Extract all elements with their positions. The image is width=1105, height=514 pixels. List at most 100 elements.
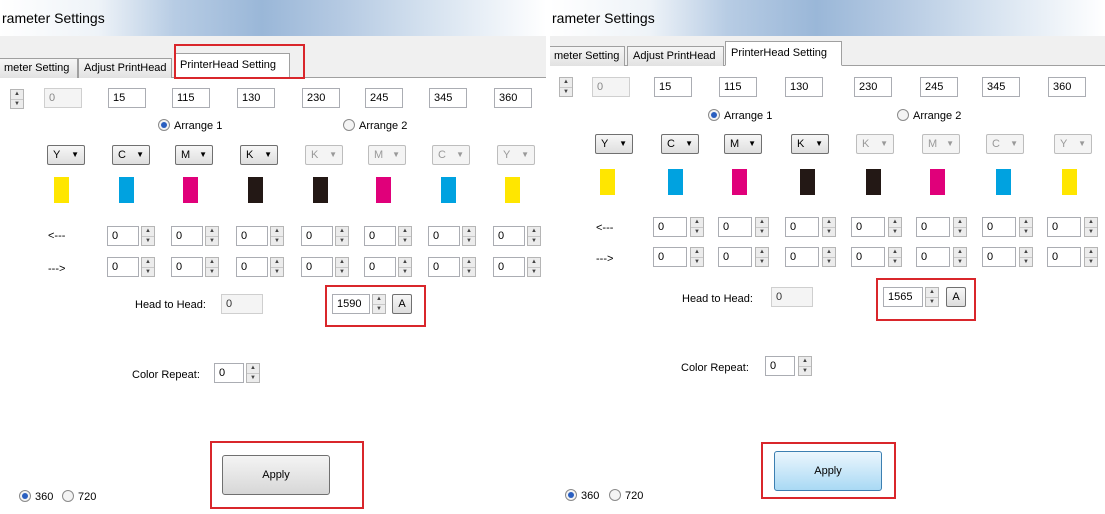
left-shift-spinner-6[interactable]: ▲ ▼ — [1019, 217, 1033, 237]
left-shift-field-2[interactable]: 0 — [171, 226, 203, 246]
tab-parameter-setting[interactable]: meter Setting — [0, 58, 78, 78]
row-spinner[interactable]: ▲ ▼ — [559, 77, 573, 97]
left-shift-spinner-2[interactable]: ▲ ▼ — [205, 226, 219, 246]
left-shift-spinner-4[interactable]: ▲ ▼ — [888, 217, 902, 237]
left-shift-spinner-7[interactable]: ▲ ▼ — [527, 226, 541, 246]
offset-field-1: 0 — [44, 88, 82, 108]
left-shift-field-5[interactable]: 0 — [916, 217, 950, 237]
right-shift-field-2[interactable]: 0 — [171, 257, 203, 277]
right-shift-field-6[interactable]: 0 — [982, 247, 1016, 267]
right-shift-field-1[interactable]: 0 — [107, 257, 139, 277]
color-repeat-field[interactable]: 0 — [214, 363, 244, 383]
right-shift-spinner-6[interactable]: ▲ ▼ — [1019, 247, 1033, 267]
left-shift-spinner-1[interactable]: ▲ ▼ — [690, 217, 704, 237]
arrange-2-radio[interactable]: Arrange 2 — [343, 119, 407, 133]
radio-unchecked-icon — [343, 119, 355, 131]
left-shift-field-5[interactable]: 0 — [364, 226, 396, 246]
offset-field-3[interactable]: 115 — [719, 77, 757, 97]
right-shift-spinner-5[interactable]: ▲ ▼ — [398, 257, 412, 277]
right-shift-spinner-1[interactable]: ▲ ▼ — [690, 247, 704, 267]
right-shift-field-7[interactable]: 0 — [493, 257, 525, 277]
color-repeat-spinner[interactable]: ▲ ▼ — [246, 363, 260, 383]
right-shift-field-5[interactable]: 0 — [364, 257, 396, 277]
arrange-1-radio[interactable]: Arrange 1 — [708, 109, 772, 123]
offset-field-5[interactable]: 230 — [302, 88, 340, 108]
dpi-360-radio[interactable]: 360 — [565, 489, 599, 503]
left-shift-spinner-1[interactable]: ▲ ▼ — [141, 226, 155, 246]
right-shift-spinner-2[interactable]: ▲ ▼ — [205, 257, 219, 277]
arrange-2-radio[interactable]: Arrange 2 — [897, 109, 961, 123]
left-shift-field-1[interactable]: 0 — [653, 217, 687, 237]
row-spinner[interactable]: ▲ ▼ — [10, 89, 24, 109]
right-shift-field-4[interactable]: 0 — [301, 257, 333, 277]
offset-field-4[interactable]: 130 — [237, 88, 275, 108]
right-shift-field-2[interactable]: 0 — [718, 247, 752, 267]
offset-field-2[interactable]: 15 — [654, 77, 692, 97]
left-shift-field-2[interactable]: 0 — [718, 217, 752, 237]
dpi-720-radio[interactable]: 720 — [62, 490, 96, 504]
left-shift-field-1[interactable]: 0 — [107, 226, 139, 246]
right-shift-spinner-4[interactable]: ▲ ▼ — [888, 247, 902, 267]
left-shift-field-6[interactable]: 0 — [982, 217, 1016, 237]
color-repeat-spinner[interactable]: ▲ ▼ — [798, 356, 812, 376]
dpi-720-radio[interactable]: 720 — [609, 489, 643, 503]
offset-field-2[interactable]: 15 — [108, 88, 146, 108]
color-select-2[interactable]: C ▼ — [661, 134, 699, 154]
right-shift-spinner-1[interactable]: ▲ ▼ — [141, 257, 155, 277]
left-shift-field-7[interactable]: 0 — [1047, 217, 1081, 237]
right-shift-field-7[interactable]: 0 — [1047, 247, 1081, 267]
left-shift-field-3[interactable]: 0 — [236, 226, 268, 246]
right-shift-spinner-2[interactable]: ▲ ▼ — [755, 247, 769, 267]
offset-field-7[interactable]: 345 — [429, 88, 467, 108]
left-shift-spinner-4[interactable]: ▲ ▼ — [335, 226, 349, 246]
right-shift-spinner-3[interactable]: ▲ ▼ — [270, 257, 284, 277]
tab-adjust-printhead[interactable]: Adjust PrintHead — [78, 58, 172, 78]
left-shift-spinner-3[interactable]: ▲ ▼ — [270, 226, 284, 246]
offset-field-4[interactable]: 130 — [785, 77, 823, 97]
left-shift-field-4[interactable]: 0 — [851, 217, 885, 237]
right-shift-spinner-7[interactable]: ▲ ▼ — [527, 257, 541, 277]
tab-printerhead-setting[interactable]: PrinterHead Setting — [725, 41, 842, 66]
right-shift-field-3[interactable]: 0 — [785, 247, 819, 267]
tab-adjust-printhead[interactable]: Adjust PrintHead — [627, 46, 724, 66]
offset-field-5[interactable]: 230 — [854, 77, 892, 97]
left-shift-spinner-6[interactable]: ▲ ▼ — [462, 226, 476, 246]
left-shift-field-7[interactable]: 0 — [493, 226, 525, 246]
offset-field-7[interactable]: 345 — [982, 77, 1020, 97]
color-select-1[interactable]: Y ▼ — [47, 145, 85, 165]
right-shift-spinner-3[interactable]: ▲ ▼ — [822, 247, 836, 267]
color-repeat-field[interactable]: 0 — [765, 356, 795, 376]
highlight-head-value — [325, 285, 426, 327]
left-shift-field-4[interactable]: 0 — [301, 226, 333, 246]
arrange-1-radio[interactable]: Arrange 1 — [158, 119, 222, 133]
left-shift-spinner-7[interactable]: ▲ ▼ — [1084, 217, 1098, 237]
tab-parameter-setting[interactable]: meter Setting — [550, 46, 625, 66]
offset-field-3[interactable]: 115 — [172, 88, 210, 108]
offset-field-6[interactable]: 245 — [365, 88, 403, 108]
left-shift-spinner-5[interactable]: ▲ ▼ — [953, 217, 967, 237]
color-select-2[interactable]: C ▼ — [112, 145, 150, 165]
offset-field-8[interactable]: 360 — [494, 88, 532, 108]
color-select-4[interactable]: K ▼ — [791, 134, 829, 154]
left-shift-field-6[interactable]: 0 — [428, 226, 460, 246]
left-shift-spinner-5[interactable]: ▲ ▼ — [398, 226, 412, 246]
right-shift-spinner-5[interactable]: ▲ ▼ — [953, 247, 967, 267]
color-select-1[interactable]: Y ▼ — [595, 134, 633, 154]
color-select-3[interactable]: M ▼ — [175, 145, 213, 165]
left-shift-spinner-2[interactable]: ▲ ▼ — [755, 217, 769, 237]
color-select-4[interactable]: K ▼ — [240, 145, 278, 165]
right-shift-spinner-7[interactable]: ▲ ▼ — [1084, 247, 1098, 267]
right-shift-field-3[interactable]: 0 — [236, 257, 268, 277]
right-shift-field-4[interactable]: 0 — [851, 247, 885, 267]
left-shift-spinner-3[interactable]: ▲ ▼ — [822, 217, 836, 237]
offset-field-6[interactable]: 245 — [920, 77, 958, 97]
right-shift-field-1[interactable]: 0 — [653, 247, 687, 267]
dpi-360-radio[interactable]: 360 — [19, 490, 53, 504]
offset-field-8[interactable]: 360 — [1048, 77, 1086, 97]
right-shift-field-5[interactable]: 0 — [916, 247, 950, 267]
right-shift-spinner-6[interactable]: ▲ ▼ — [462, 257, 476, 277]
left-shift-field-3[interactable]: 0 — [785, 217, 819, 237]
color-select-3[interactable]: M ▼ — [724, 134, 762, 154]
right-shift-spinner-4[interactable]: ▲ ▼ — [335, 257, 349, 277]
right-shift-field-6[interactable]: 0 — [428, 257, 460, 277]
